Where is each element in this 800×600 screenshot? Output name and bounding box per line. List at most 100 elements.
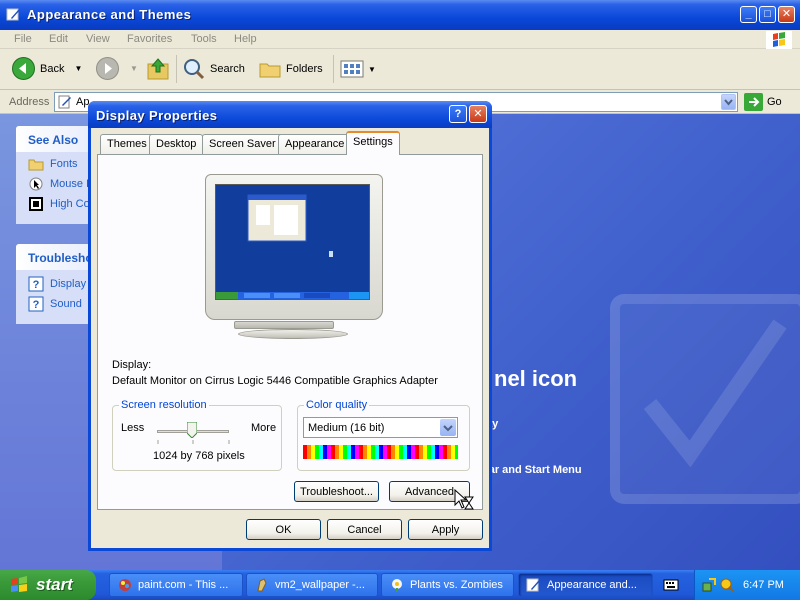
- taskbar: start paint.com - This ... vm2_wallpaper…: [0, 570, 800, 600]
- checkmark-icon: [643, 319, 787, 468]
- cancel-button[interactable]: Cancel: [327, 519, 402, 540]
- start-button[interactable]: start: [0, 570, 96, 600]
- system-tray: 6:47 PM: [694, 570, 800, 600]
- search-icon: [184, 59, 205, 80]
- views-button[interactable]: ▼: [340, 59, 376, 79]
- help-icon: ?: [28, 296, 44, 312]
- menu-favorites[interactable]: Favorites: [127, 33, 172, 45]
- search-button[interactable]: Search: [182, 57, 245, 81]
- clock[interactable]: 6:47 PM: [743, 579, 784, 591]
- tab-themes[interactable]: Themes: [100, 134, 154, 154]
- display-adapter-name: Default Monitor on Cirrus Logic 5446 Com…: [112, 375, 438, 387]
- back-arrow-icon: [12, 57, 35, 80]
- dialog-title-bar[interactable]: Display Properties ? ✕: [88, 101, 492, 128]
- back-button[interactable]: Back ▼: [11, 56, 82, 81]
- display-label: Display:: [112, 359, 152, 371]
- menu-view[interactable]: View: [86, 33, 110, 45]
- taskbar-item-plants-vs-zombies[interactable]: Plants vs. Zombies: [381, 573, 514, 597]
- minimize-button[interactable]: _: [740, 6, 757, 23]
- resolution-slider-thumb[interactable]: [187, 422, 197, 438]
- address-label: Address: [9, 96, 50, 108]
- color-quality-select[interactable]: Medium (16 bit): [303, 417, 458, 438]
- desktop-preview-image: [216, 185, 369, 299]
- taskbar-item-vm2-wallpaper[interactable]: vm2_wallpaper -...: [246, 573, 378, 597]
- resolution-more-label: More: [251, 422, 277, 434]
- dialog-close-button[interactable]: ✕: [469, 105, 487, 123]
- windows-flag-icon: [11, 576, 27, 592]
- address-page-icon: [58, 95, 71, 109]
- tab-screen-saver[interactable]: Screen Saver: [202, 134, 283, 154]
- busy-cursor-icon: [454, 489, 474, 510]
- taskbar-item-appearance-and-themes[interactable]: Appearance and...: [518, 573, 653, 597]
- paint-app-icon: [257, 578, 267, 592]
- explorer-title-bar[interactable]: Appearance and Themes _ □ ✕: [0, 0, 800, 30]
- tab-settings[interactable]: Settings: [346, 131, 400, 155]
- monitor-base: [238, 329, 348, 339]
- help-button[interactable]: ?: [449, 105, 467, 123]
- control-panel-watermark-icon: [610, 294, 800, 504]
- color-quality-dropdown-button[interactable]: [440, 419, 456, 436]
- monitor-screen: [215, 184, 370, 300]
- taskbar-start-menu-link[interactable]: bar and Start Menu: [482, 464, 582, 476]
- color-spectrum-bar: [303, 445, 458, 459]
- troubleshoot-button[interactable]: Troubleshoot...: [294, 481, 379, 502]
- help-icon: ?: [28, 276, 44, 292]
- back-dropdown-icon[interactable]: ▼: [74, 64, 82, 73]
- color-quality-value: Medium (16 bit): [308, 422, 385, 434]
- chevron-down-icon: [724, 99, 733, 106]
- taskbar-item-paint[interactable]: paint.com - This ...: [109, 573, 243, 597]
- standard-toolbar: Back ▼ ▼ Search Folders ▼: [0, 49, 800, 90]
- fonts-folder-icon: [28, 159, 44, 171]
- folders-button[interactable]: Folders: [258, 57, 323, 81]
- forward-dropdown-icon[interactable]: ▼: [130, 64, 138, 73]
- address-dropdown-button[interactable]: [721, 94, 736, 110]
- appearance-themes-icon: [6, 8, 20, 21]
- menu-edit[interactable]: Edit: [49, 33, 68, 45]
- monitor-stand: [234, 321, 334, 329]
- views-icon: [340, 60, 364, 78]
- svg-text:?: ?: [33, 299, 40, 311]
- resolution-value: 1024 by 768 pixels: [153, 450, 245, 462]
- explorer-title: Appearance and Themes: [27, 7, 192, 22]
- slider-ticks: [157, 440, 230, 444]
- menu-file[interactable]: File: [14, 33, 32, 45]
- go-arrow-icon: [744, 93, 763, 111]
- windows-logo-icon: [766, 31, 792, 49]
- tab-appearance[interactable]: Appearance: [278, 134, 352, 154]
- game-icon: [392, 579, 402, 592]
- high-contrast-icon: [29, 197, 43, 211]
- tab-desktop[interactable]: Desktop: [149, 134, 204, 154]
- apply-button[interactable]: Apply: [408, 519, 483, 540]
- paint-app-icon: [119, 579, 131, 591]
- color-quality-label: Color quality: [304, 399, 370, 411]
- screen-resolution-group: Screen resolution Less More 1024 by 768 …: [112, 399, 282, 471]
- up-folder-button[interactable]: [146, 56, 170, 81]
- screen-resolution-label: Screen resolution: [119, 399, 209, 411]
- svg-text:?: ?: [33, 279, 40, 291]
- color-quality-group: Color quality Medium (16 bit): [297, 399, 470, 471]
- views-dropdown-icon: ▼: [368, 64, 376, 74]
- dialog-body: Themes Desktop Screen Saver Appearance S…: [91, 128, 489, 548]
- menu-help[interactable]: Help: [234, 33, 257, 45]
- close-button[interactable]: ✕: [778, 6, 795, 23]
- pick-control-panel-heading: nel icon: [494, 366, 578, 391]
- monitor-preview: [205, 174, 383, 320]
- ok-button[interactable]: OK: [246, 519, 321, 540]
- dialog-title: Display Properties: [96, 108, 218, 123]
- display-properties-dialog: Display Properties ? ✕ Themes Desktop Sc…: [88, 101, 492, 551]
- tray-network-icon[interactable]: [701, 577, 717, 593]
- appearance-themes-icon: [526, 578, 540, 592]
- tray-search-icon[interactable]: [719, 577, 735, 593]
- forward-arrow-icon: [96, 57, 119, 80]
- mouse-pointer-icon: [29, 177, 43, 191]
- go-button[interactable]: Go: [744, 93, 782, 111]
- resolution-less-label: Less: [121, 422, 145, 434]
- keyboard-icon[interactable]: [663, 577, 679, 593]
- menu-tools[interactable]: Tools: [191, 33, 217, 45]
- forward-button[interactable]: ▼: [95, 56, 138, 81]
- menu-bar: File Edit View Favorites Tools Help: [0, 30, 800, 49]
- start-label: start: [36, 575, 73, 594]
- folders-icon: [259, 63, 281, 78]
- maximize-button[interactable]: □: [759, 6, 776, 23]
- chevron-down-icon: [443, 424, 453, 431]
